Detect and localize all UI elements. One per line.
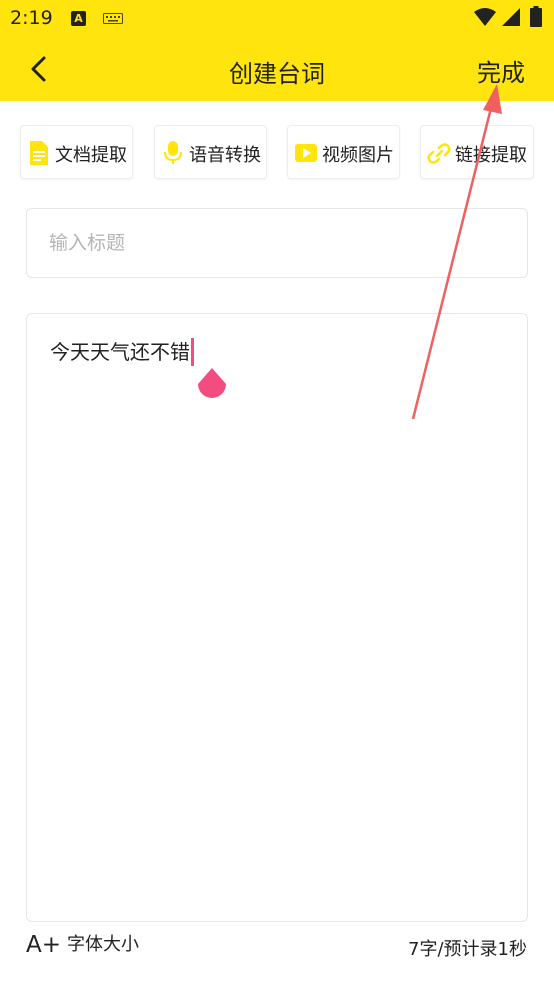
a-notification-icon: A [71, 11, 86, 26]
title-input[interactable] [26, 208, 528, 278]
text-caret [191, 337, 194, 366]
document-icon [30, 141, 48, 165]
tool-label: 链接提取 [455, 145, 527, 166]
tool-link-extract[interactable]: 链接提取 [420, 125, 534, 179]
wifi-icon [474, 8, 496, 26]
tool-voice-convert[interactable]: 语音转换 [154, 125, 267, 179]
word-count: 7字/预计录1秒 [408, 939, 527, 960]
link-icon [427, 143, 451, 164]
font-size-button[interactable]: A+ 字体大小 [26, 932, 139, 962]
signal-icon [502, 8, 520, 26]
status-time: 2:19 [10, 7, 53, 29]
battery-icon [530, 6, 542, 27]
tool-label: 视频图片 [322, 145, 394, 166]
microphone-icon [164, 141, 182, 164]
video-icon [295, 144, 317, 162]
tool-label: 语音转换 [189, 145, 261, 166]
top-bar: 2:19 A 创建台词 完成 [0, 0, 554, 101]
script-content-text: 今天天气还不错 [50, 336, 194, 368]
done-button[interactable]: 完成 [466, 53, 536, 87]
status-bar: 2:19 A [0, 0, 554, 36]
tool-document-extract[interactable]: 文档提取 [20, 125, 133, 179]
tool-label: 文档提取 [55, 145, 127, 166]
font-size-label: 字体大小 [67, 934, 140, 955]
content-text: 今天天气还不错 [50, 340, 190, 364]
caret-handle-icon[interactable] [195, 364, 229, 402]
tool-video-image[interactable]: 视频图片 [287, 125, 400, 179]
font-size-icon: A+ [26, 932, 62, 958]
script-content-editor[interactable]: 今天天气还不错 [26, 313, 528, 922]
keyboard-icon [103, 13, 123, 24]
